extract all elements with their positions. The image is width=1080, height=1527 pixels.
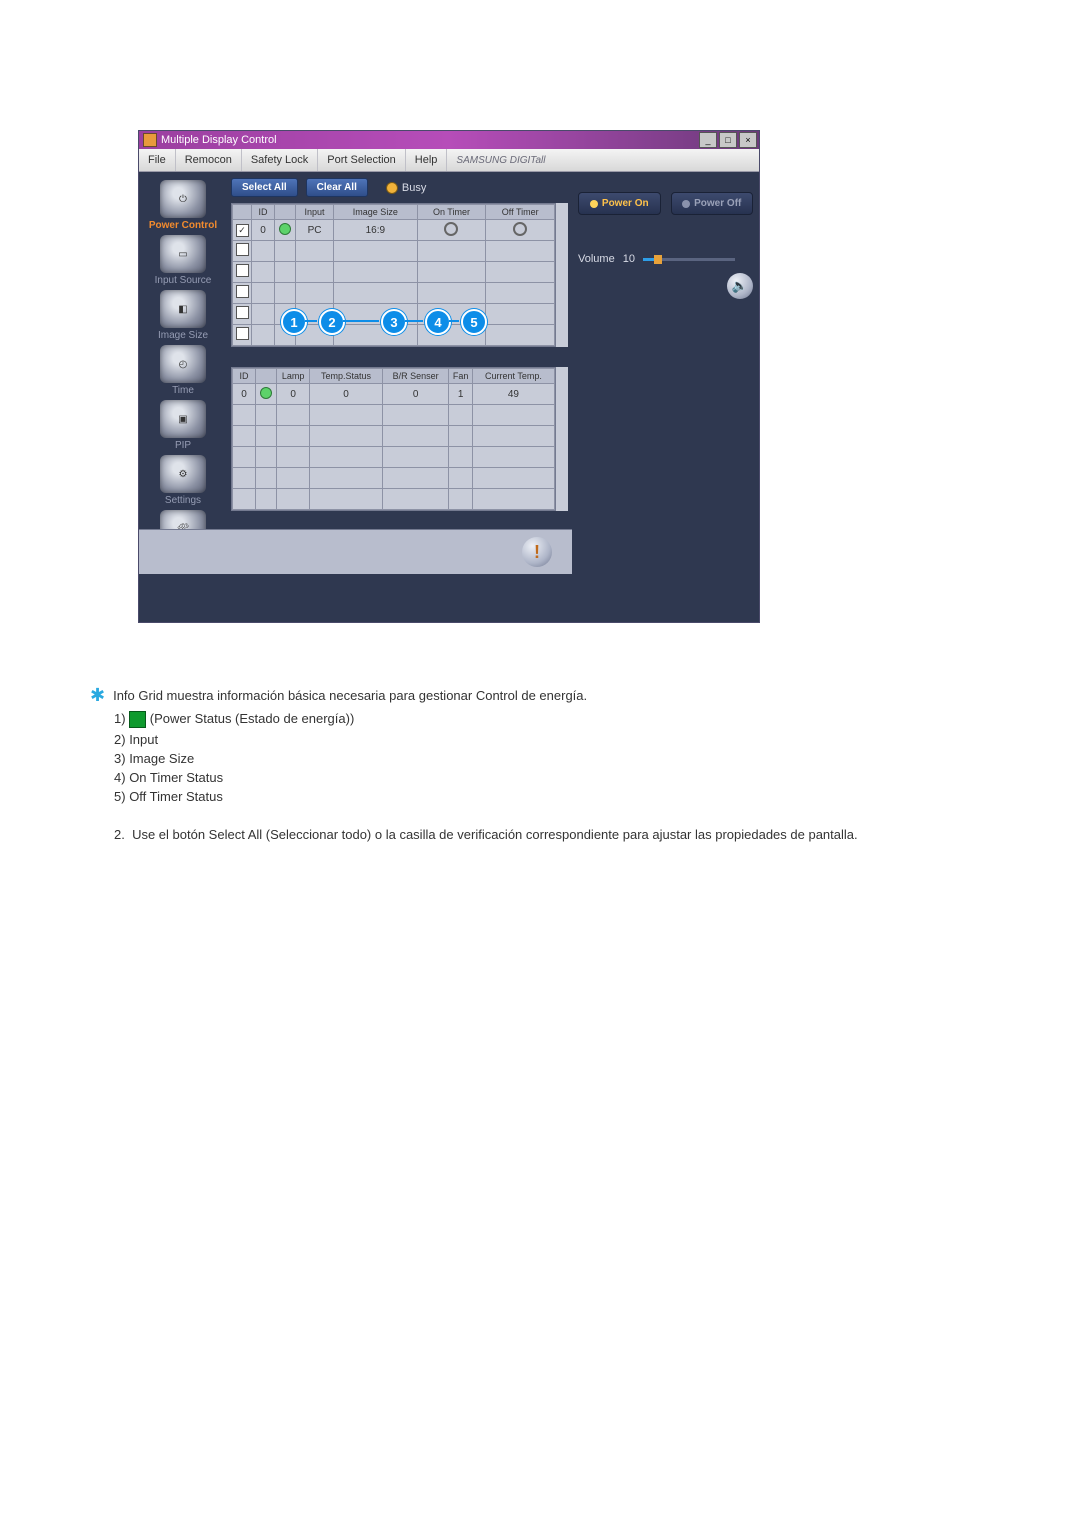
row-checkbox[interactable] — [236, 306, 249, 319]
callout-5: 5 — [461, 309, 487, 335]
cell-id: 0 — [252, 220, 275, 241]
legend-list: 1) (Power Status (Estado de energía)) 2)… — [114, 711, 1010, 804]
power-status-icon — [260, 387, 272, 399]
sidebar-item-time[interactable]: ◴ Time — [143, 345, 223, 396]
col-on-timer: On Timer — [417, 205, 486, 220]
busy-indicator: Busy — [386, 182, 426, 194]
alert-icon: ! — [522, 537, 552, 567]
info-grid-2: ID Lamp Temp.Status B/R Senser Fan Curre… — [231, 367, 556, 511]
power-status-legend-icon — [129, 711, 146, 728]
app-icon — [143, 133, 157, 147]
col-input: Input — [296, 205, 334, 220]
power-status-icon — [279, 223, 291, 235]
volume-value: 10 — [623, 253, 635, 265]
sidebar-label: Image Size — [143, 330, 223, 341]
menu-bar: File Remocon Safety Lock Port Selection … — [139, 149, 759, 172]
title-bar: Multiple Display Control _ □ × — [139, 131, 759, 149]
power-off-button[interactable]: Power Off — [671, 192, 754, 215]
menu-remocon[interactable]: Remocon — [176, 149, 242, 171]
row-checkbox[interactable] — [236, 285, 249, 298]
brand-label: SAMSUNG DIGITall — [447, 149, 759, 171]
col-br-senser: B/R Senser — [382, 369, 449, 384]
gear-icon: ⚙ — [160, 455, 206, 493]
busy-dot-icon — [386, 182, 398, 194]
col-image-size: Image Size — [334, 205, 417, 220]
note-2: 2. Use el botón Select All (Seleccionar … — [114, 826, 1010, 844]
callout-1: 1 — [281, 309, 307, 335]
row-checkbox[interactable] — [236, 243, 249, 256]
sidebar-item-pip[interactable]: ▣ PIP — [143, 400, 223, 451]
maximize-button[interactable]: □ — [719, 132, 737, 148]
sidebar-item-settings[interactable]: ⚙ Settings — [143, 455, 223, 506]
menu-help[interactable]: Help — [406, 149, 448, 171]
star-icon: ✱ — [90, 687, 105, 703]
table-row[interactable]: 0 PC 16:9 — [233, 220, 555, 241]
sidebar-label: Settings — [143, 495, 223, 506]
off-timer-icon — [513, 222, 527, 236]
power-icon: ⏻ — [160, 180, 206, 218]
sidebar-item-input-source[interactable]: ▭ Input Source — [143, 235, 223, 286]
description-block: ✱ Info Grid muestra información básica n… — [90, 687, 1010, 844]
power-on-button[interactable]: Power On — [578, 192, 661, 215]
busy-label: Busy — [402, 182, 426, 194]
menu-file[interactable]: File — [139, 149, 176, 171]
sidebar-label: Input Source — [143, 275, 223, 286]
speaker-icon[interactable]: 🔈 — [727, 273, 753, 299]
clear-all-button[interactable]: Clear All — [306, 178, 368, 197]
grid-toolbar: Select All Clear All Busy — [231, 178, 568, 197]
sidebar-label: PIP — [143, 440, 223, 451]
main-column: Select All Clear All Busy ID Input Image… — [227, 172, 572, 622]
source-icon: ▭ — [160, 235, 206, 273]
minimize-button[interactable]: _ — [699, 132, 717, 148]
clock-icon: ◴ — [160, 345, 206, 383]
window-title: Multiple Display Control — [161, 134, 277, 146]
sidebar-item-image-size[interactable]: ◧ Image Size — [143, 290, 223, 341]
table-row[interactable]: 0 0 0 0 1 49 — [233, 384, 555, 405]
volume-control: Volume 10 — [578, 253, 753, 265]
select-all-button[interactable]: Select All — [231, 178, 298, 197]
on-timer-icon — [444, 222, 458, 236]
status-bar: ! — [139, 529, 572, 574]
volume-slider[interactable] — [643, 258, 735, 261]
sidebar-label: Time — [143, 385, 223, 396]
col-off-timer: Off Timer — [486, 205, 555, 220]
sidebar-item-power-control[interactable]: ⏻ Power Control — [143, 180, 223, 231]
callout-3: 3 — [381, 309, 407, 335]
col-fan: Fan — [449, 369, 472, 384]
col-id: ID — [252, 205, 275, 220]
pip-icon: ▣ — [160, 400, 206, 438]
sidebar-label: Power Control — [143, 220, 223, 231]
callout-4: 4 — [425, 309, 451, 335]
col-temp-status: Temp.Status — [310, 369, 382, 384]
app-window: Multiple Display Control _ □ × File Remo… — [138, 130, 760, 623]
cell-image-size: 16:9 — [334, 220, 417, 241]
row-checkbox[interactable] — [236, 264, 249, 277]
col-id2: ID — [233, 369, 256, 384]
volume-label: Volume — [578, 253, 615, 265]
cell-input: PC — [296, 220, 334, 241]
col-current-temp: Current Temp. — [472, 369, 554, 384]
row-checkbox[interactable] — [236, 224, 249, 237]
menu-safety-lock[interactable]: Safety Lock — [242, 149, 318, 171]
menu-port-selection[interactable]: Port Selection — [318, 149, 405, 171]
callout-2: 2 — [319, 309, 345, 335]
row-checkbox[interactable] — [236, 327, 249, 340]
scrollbar[interactable] — [556, 203, 568, 347]
right-panel: Power On Power Off Volume 10 🔈 — [572, 172, 759, 622]
intro-text: Info Grid muestra información básica nec… — [113, 687, 587, 705]
col-lamp: Lamp — [277, 369, 310, 384]
image-size-icon: ◧ — [160, 290, 206, 328]
scrollbar[interactable] — [556, 367, 568, 511]
close-button[interactable]: × — [739, 132, 757, 148]
